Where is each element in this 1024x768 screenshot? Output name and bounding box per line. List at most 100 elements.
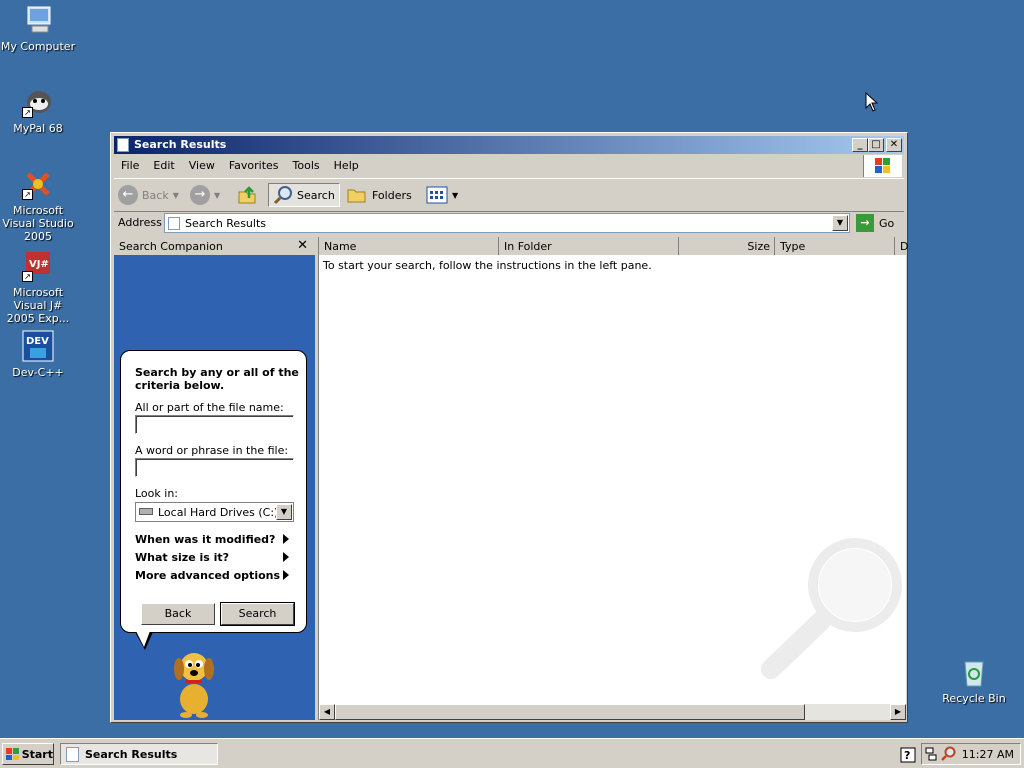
search-companion-header: Search Companion ✕ (114, 237, 315, 255)
go-button[interactable]: → Go (856, 213, 894, 233)
option-size[interactable]: What size is it? (135, 551, 289, 564)
search-companion-pane: Search Companion ✕ Search by any or all … (114, 237, 315, 720)
minimize-button[interactable]: _ (852, 138, 868, 152)
results-instruction-text: To start your search, follow the instruc… (323, 259, 652, 272)
desktop-icon-label: Microsoft Visual J# 2005 Exp... (6, 286, 70, 325)
lookin-value: Local Hard Drives (C:) (158, 506, 279, 519)
phrase-label: A word or phrase in the file: (135, 444, 289, 457)
title-bar[interactable]: Search Results _ □ ✕ (114, 136, 904, 154)
results-pane: Name In Folder Size Type D To start your… (318, 237, 908, 720)
windows-flag-icon (6, 748, 19, 760)
companion-back-button[interactable]: Back (141, 603, 215, 625)
desktop-icon-devcpp[interactable]: DEV Dev-C++ (0, 330, 78, 379)
lookin-dropdown-button[interactable]: ▼ (276, 504, 292, 520)
recycle-bin-icon (958, 656, 990, 688)
desktop-icon-label: Dev-C++ (12, 366, 64, 379)
window-title: Search Results (134, 138, 227, 151)
search-tray-icon[interactable] (940, 746, 956, 762)
go-label: Go (879, 216, 895, 230)
chevron-down-icon: ▼ (452, 190, 459, 200)
address-dropdown-button[interactable]: ▼ (832, 215, 848, 231)
filename-input[interactable] (135, 415, 294, 434)
search-icon (273, 186, 292, 205)
search-companion-title: Search Companion (119, 240, 223, 253)
desktop-icon-label: Microsoft Visual Studio 2005 (2, 204, 74, 243)
windows-logo-icon (863, 155, 902, 177)
folders-icon (347, 189, 366, 203)
search-dog-icon (174, 653, 214, 718)
menu-help[interactable]: Help (327, 155, 366, 172)
network-icon[interactable] (925, 746, 937, 762)
page-icon (168, 217, 180, 230)
desktop-icon-recycle-bin[interactable]: Recycle Bin (934, 656, 1014, 705)
scroll-thumb[interactable] (335, 704, 805, 720)
column-type[interactable]: Type (775, 237, 895, 255)
help-icon[interactable]: ? (900, 747, 916, 763)
magnifier-watermark-icon (761, 538, 902, 679)
chevron-down-icon: ▼ (214, 190, 221, 200)
standard-toolbar: ← Back ▼ → ▼ Search Folders ▼ (114, 178, 904, 212)
scroll-left-button[interactable]: ◀ (319, 704, 335, 720)
search-criteria-heading: Search by any or all of the criteria bel… (135, 366, 299, 392)
back-arrow-icon: ← (118, 185, 138, 205)
taskbar: Start Search Results ? 11:27 AM (0, 738, 1024, 768)
desktop-icon-label: My Computer (0, 40, 76, 53)
folders-label: Folders (372, 188, 412, 202)
views-button[interactable]: ▼ (426, 183, 458, 207)
balloon-tail-fill (136, 631, 150, 647)
column-name[interactable]: Name (319, 237, 499, 255)
phrase-input[interactable] (135, 458, 294, 477)
desktop-icon-visual-jsharp[interactable]: VJ# ↗ Microsoft Visual J# 2005 Exp... (0, 250, 78, 325)
menu-bar: File Edit View Favorites Tools Help (114, 155, 904, 177)
desktop-icon-mypal[interactable]: ↗ MyPal 68 (0, 86, 78, 135)
svg-text:VJ#: VJ# (29, 259, 49, 270)
address-bar: Address Search Results ▼ → Go (114, 211, 904, 235)
option-modified[interactable]: When was it modified? (135, 533, 289, 546)
desktop-icon-visual-studio[interactable]: ↗ Microsoft Visual Studio 2005 (0, 168, 78, 243)
back-button[interactable]: ← Back ▼ (118, 183, 179, 207)
lookin-select[interactable]: Local Hard Drives (C:) ▼ (135, 502, 294, 522)
option-modified-label: When was it modified? (135, 533, 276, 546)
hard-drive-icon (139, 508, 153, 515)
folders-button[interactable]: Folders (346, 183, 412, 207)
start-label: Start (21, 747, 53, 761)
close-button[interactable]: ✕ (886, 138, 902, 152)
expand-arrow-icon (283, 552, 289, 562)
address-input[interactable]: Search Results ▼ (164, 213, 850, 233)
forward-button[interactable]: → ▼ (190, 183, 220, 207)
raccoon-icon: ↗ (22, 86, 54, 118)
up-folder-button[interactable] (236, 183, 258, 207)
system-tray: 11:27 AM (921, 743, 1021, 765)
jsharp-icon: VJ# ↗ (22, 250, 54, 282)
companion-search-button[interactable]: Search (220, 602, 295, 626)
close-pane-button[interactable]: ✕ (297, 238, 308, 253)
taskbar-item-search-results[interactable]: Search Results (60, 743, 218, 765)
start-button[interactable]: Start (2, 743, 54, 765)
column-in-folder[interactable]: In Folder (499, 237, 679, 255)
menu-edit[interactable]: Edit (146, 155, 181, 172)
expand-arrow-icon (283, 570, 289, 580)
search-label: Search (297, 188, 335, 202)
desktop-icon-my-computer[interactable]: My Computer (0, 4, 78, 53)
results-column-header: Name In Folder Size Type D (319, 237, 908, 255)
svg-text:DEV: DEV (26, 336, 49, 347)
option-advanced[interactable]: More advanced options (135, 569, 289, 582)
maximize-button[interactable]: □ (868, 138, 884, 152)
search-button[interactable]: Search (268, 183, 340, 207)
chevron-down-icon: ▼ (172, 190, 179, 200)
option-size-label: What size is it? (135, 551, 230, 564)
menu-favorites[interactable]: Favorites (222, 155, 286, 172)
desktop-icon-label: Recycle Bin (942, 692, 1006, 705)
menu-tools[interactable]: Tools (286, 155, 327, 172)
computer-icon (22, 4, 54, 36)
column-date[interactable]: D (895, 237, 908, 255)
menu-view[interactable]: View (182, 155, 222, 172)
column-size[interactable]: Size (679, 237, 775, 255)
horizontal-scrollbar[interactable]: ◀ ▶ (319, 704, 906, 720)
menu-file[interactable]: File (114, 155, 146, 172)
address-value: Search Results (185, 217, 267, 230)
clock: 11:27 AM (961, 748, 1014, 761)
scroll-right-button[interactable]: ▶ (890, 704, 906, 720)
mouse-cursor-icon (865, 92, 878, 112)
svg-text:?: ? (904, 749, 910, 762)
